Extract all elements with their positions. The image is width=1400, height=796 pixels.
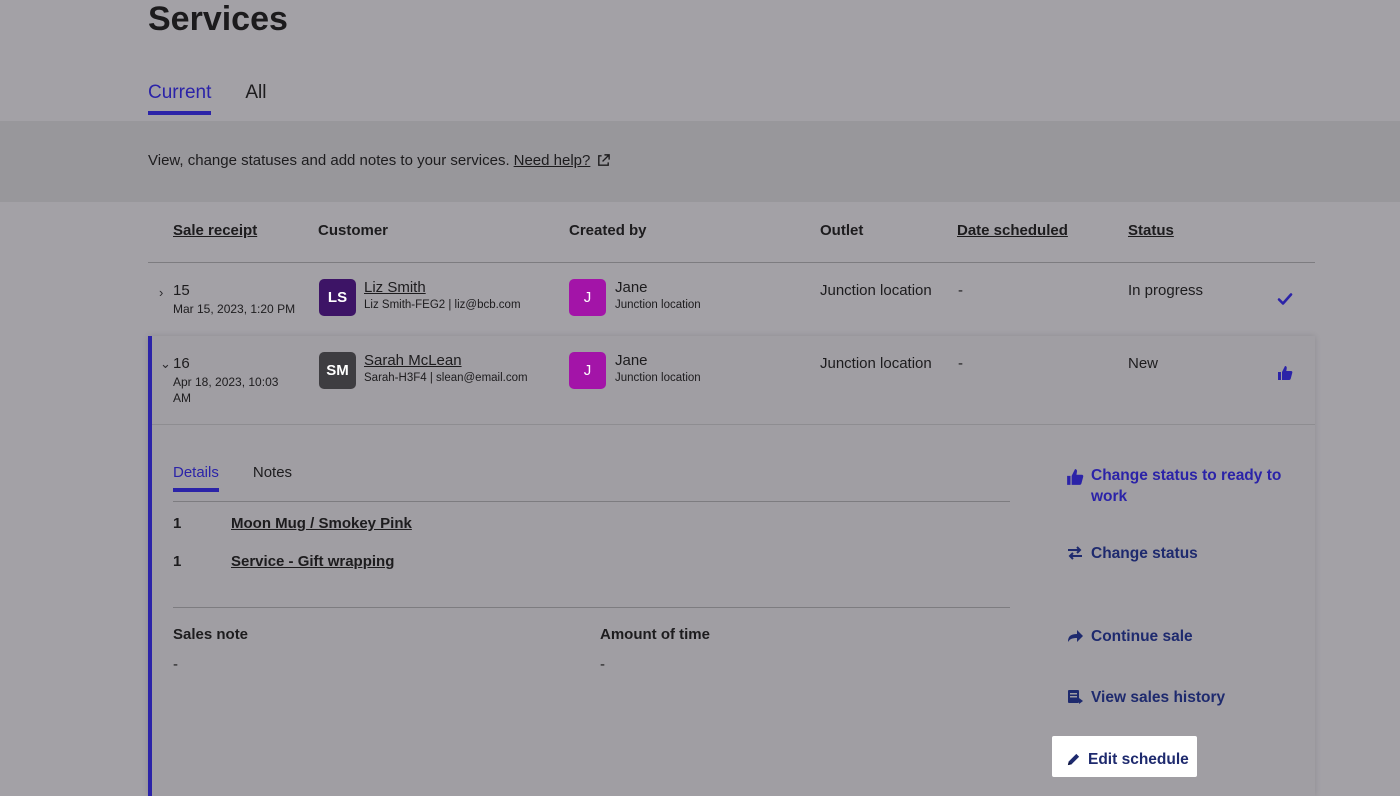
receipt-number: 16 [173, 355, 190, 372]
details-tabs-divider [173, 501, 1010, 502]
header-sale-receipt[interactable]: Sale receipt [173, 222, 257, 242]
page-title: Services [148, 0, 288, 38]
table-row-expanded[interactable]: ⌄ 16 Apr 18, 2023, 10:03 AM SM Sarah McL… [148, 336, 1315, 796]
amount-of-time-label: Amount of time [600, 626, 710, 643]
forward-arrow-icon [1068, 630, 1083, 642]
status-value: New [1128, 355, 1159, 372]
avatar: LS [319, 279, 356, 316]
change-status-button[interactable]: Change status [1066, 543, 1198, 564]
items-divider [173, 607, 1010, 608]
customer-detail: Sarah-H3F4 | slean@email.com [364, 372, 528, 384]
tab-details[interactable]: Details [173, 464, 219, 492]
tab-all[interactable]: All [245, 82, 266, 115]
header-customer: Customer [318, 222, 389, 239]
view-sales-history-button[interactable]: View sales history [1066, 687, 1225, 708]
collapse-chevron-icon[interactable]: ⌄ [160, 356, 171, 372]
row-divider [152, 424, 1315, 425]
pencil-icon [1067, 753, 1080, 766]
amount-of-time-value: - [600, 656, 605, 673]
sales-note-value: - [173, 656, 178, 673]
date-scheduled-value: - [958, 282, 963, 299]
header-status[interactable]: Status [1128, 222, 1174, 242]
sales-note-label: Sales note [173, 626, 249, 643]
tab-current[interactable]: Current [148, 82, 212, 115]
avatar: J [569, 279, 606, 316]
action-label: Continue sale [1091, 628, 1193, 645]
edit-schedule-button[interactable]: Edit schedule [1066, 749, 1189, 770]
help-text-line: View, change statuses and add notes to y… [148, 152, 611, 169]
status-value: In progress [1128, 282, 1204, 299]
creator-name: Jane [615, 279, 648, 296]
header-outlet: Outlet [820, 222, 864, 239]
receipt-date: Mar 15, 2023, 1:20 PM [173, 302, 296, 316]
table-row[interactable]: › 15 Mar 15, 2023, 1:20 PM LS Liz Smith … [148, 263, 1315, 336]
action-label: Change status [1091, 545, 1198, 562]
receipt-number: 15 [173, 282, 190, 299]
creator-location: Junction location [615, 299, 701, 311]
item-name-link[interactable]: Service - Gift wrapping [231, 553, 394, 570]
item-name-link[interactable]: Moon Mug / Smokey Pink [231, 515, 412, 532]
outlet-value: Junction location [820, 282, 932, 299]
action-label: Change status to ready to work [1091, 467, 1282, 505]
swap-arrows-icon [1068, 546, 1082, 560]
action-label: Edit schedule [1088, 751, 1189, 768]
creator-location: Junction location [615, 372, 701, 384]
external-link-icon[interactable] [596, 153, 611, 168]
tab-notes[interactable]: Notes [253, 464, 292, 492]
customer-detail: Liz Smith-FEG2 | liz@bcb.com [364, 299, 521, 311]
customer-name-link[interactable]: Sarah McLean [364, 352, 462, 369]
expand-chevron-icon[interactable]: › [159, 285, 163, 300]
header-date-scheduled[interactable]: Date scheduled [957, 222, 1068, 242]
history-icon [1068, 690, 1083, 704]
need-help-link[interactable]: Need help? [514, 152, 591, 169]
receipt-date: Apr 18, 2023, 10:03 AM [173, 375, 279, 405]
creator-name: Jane [615, 352, 648, 369]
item-quantity: 1 [173, 553, 182, 570]
header-created-by: Created by [569, 222, 647, 239]
avatar: J [569, 352, 606, 389]
date-scheduled-value: - [958, 355, 963, 372]
avatar: SM [319, 352, 356, 389]
check-icon[interactable] [1277, 291, 1293, 307]
outlet-value: Junction location [820, 355, 932, 372]
details-tabs: Details Notes [173, 464, 292, 492]
help-description: View, change statuses and add notes to y… [148, 152, 510, 169]
thumbs-up-icon [1067, 469, 1084, 485]
continue-sale-button[interactable]: Continue sale [1066, 626, 1193, 647]
action-label: View sales history [1091, 689, 1226, 706]
page-tabs: Current All [148, 82, 266, 115]
change-status-ready-button[interactable]: Change status to ready to work [1066, 465, 1296, 507]
thumbs-up-icon[interactable] [1277, 365, 1293, 381]
item-quantity: 1 [173, 515, 182, 532]
customer-name-link[interactable]: Liz Smith [364, 279, 426, 296]
